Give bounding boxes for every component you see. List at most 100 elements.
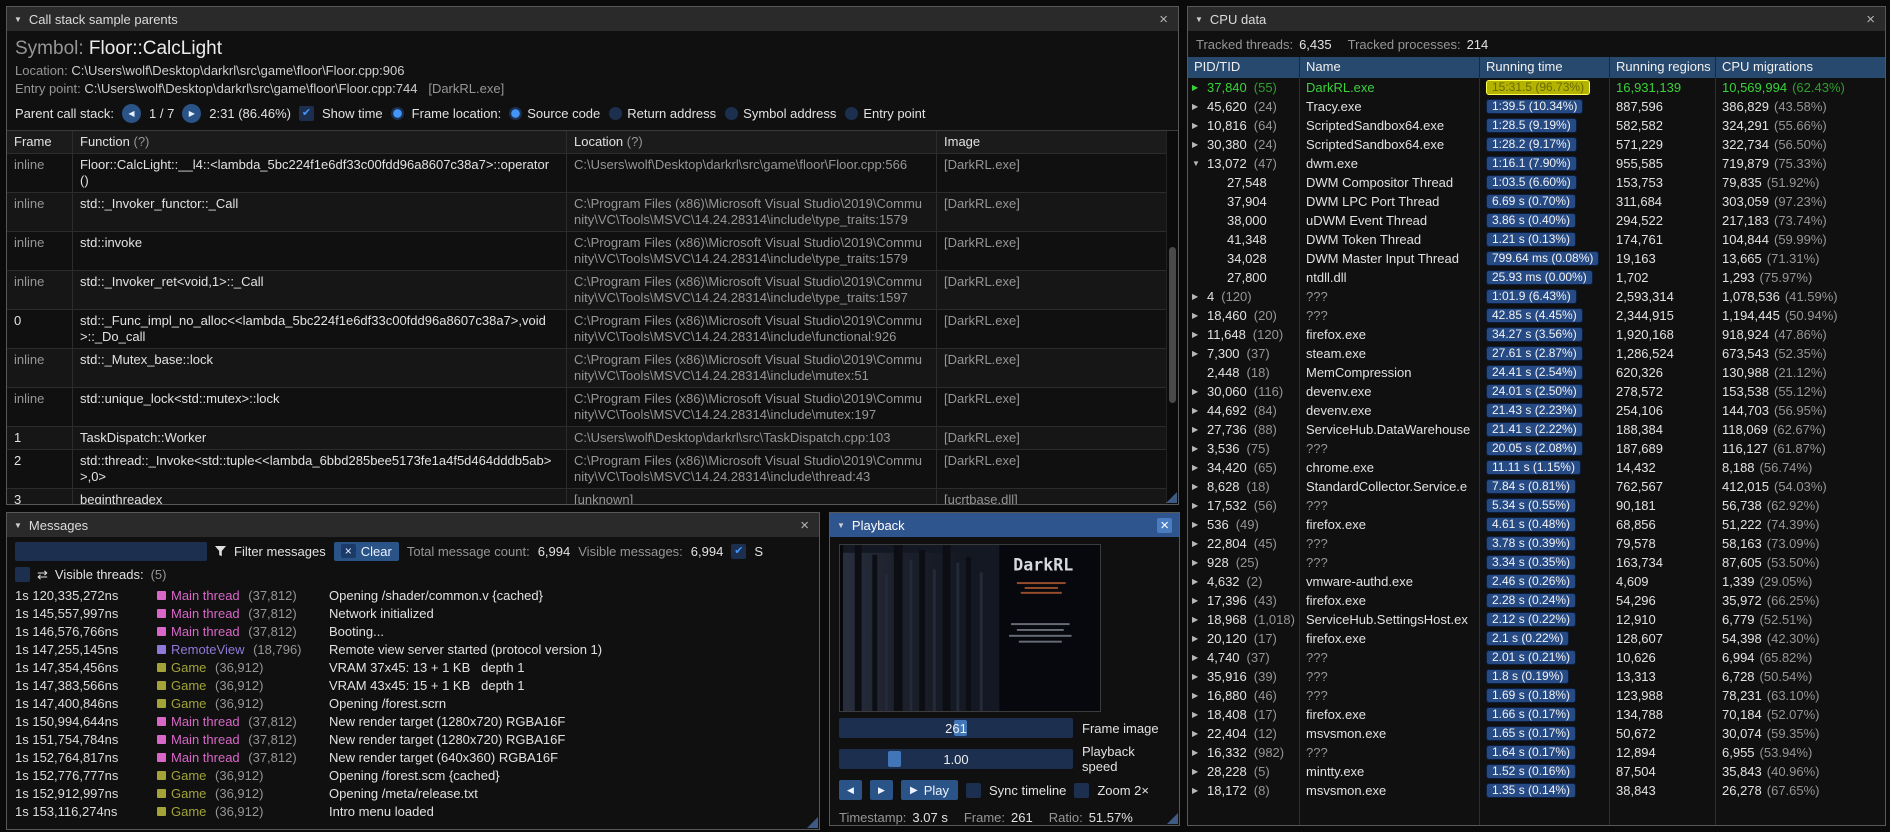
expand-arrow-icon[interactable]: ▶	[1192, 482, 1205, 491]
scrollbar[interactable]	[1166, 131, 1178, 504]
expand-arrow-icon[interactable]: ▶	[1192, 710, 1205, 719]
expand-arrow-icon[interactable]: ▶	[1192, 121, 1205, 130]
expand-arrow-icon[interactable]: ▶	[1192, 425, 1205, 434]
expand-arrow-icon[interactable]: ▼	[1192, 159, 1205, 168]
cpu-row[interactable]: ▶ 4 (120)??? 1:01.9 (6.43%) 2,593,314 1,078,5…	[1188, 287, 1885, 306]
col-running-time[interactable]: Running time	[1480, 57, 1610, 78]
cpu-row[interactable]: ▶ 3,536 (75)??? 20.05 s (2.08%) 187,689 116,1…	[1188, 439, 1885, 458]
cpu-row[interactable]: ▶ 28,228 (5) mintty.exe 1.52 s (0.16%) 87,504…	[1188, 762, 1885, 781]
callstack-titlebar[interactable]: ▼ Call stack sample parents ×	[7, 7, 1178, 31]
message-row[interactable]: 1s 152,776,777ns Game (36,912) Opening /fo…	[7, 766, 819, 784]
play-button[interactable]: ▶ Play	[901, 780, 958, 800]
expand-arrow-icon[interactable]: ▶	[1192, 102, 1205, 111]
expand-arrow-icon[interactable]: ▶	[1192, 349, 1205, 358]
expand-arrow-icon[interactable]: ▶	[1192, 634, 1205, 643]
callstack-row[interactable]: inline Floor::CalcLight::__l4::<lambda_5b…	[7, 154, 1178, 193]
cpu-row[interactable]: 37,904 DWM LPC Port Thread 6.69 s (0.70%) 3…	[1188, 192, 1885, 211]
cpu-row[interactable]: ▶ 536 (49) firefox.exe 4.61 s (0.48%) 68,856 5…	[1188, 515, 1885, 534]
close-icon[interactable]: ×	[1863, 12, 1878, 27]
cpu-row[interactable]: ▶ 22,404 (12) msvsmon.exe 1.65 s (0.17%) 50,6…	[1188, 724, 1885, 743]
message-row[interactable]: 1s 147,400,846ns Game (36,912) Opening /fo…	[7, 694, 819, 712]
col-name[interactable]: Name	[1300, 57, 1480, 78]
callstack-row[interactable]: 2 std::thread::_Invoke<std::tuple<<lambda…	[7, 450, 1178, 489]
expand-arrow-icon[interactable]: ▶	[1192, 406, 1205, 415]
scrollbar-thumb[interactable]	[1169, 246, 1176, 404]
expand-arrow-icon[interactable]: ▶	[1192, 786, 1205, 795]
expand-arrow-icon[interactable]: ▶	[1192, 520, 1205, 529]
cpu-row[interactable]: ▶ 30,060 (116) devenv.exe 24.01 s (2.50%) 278…	[1188, 382, 1885, 401]
col-frame[interactable]: Frame	[7, 131, 73, 153]
collapse-icon[interactable]: ▼	[837, 521, 845, 530]
frame-location-option[interactable]: Return address	[609, 106, 716, 121]
frame-location-option[interactable]: Entry point	[845, 106, 926, 121]
expand-arrow-icon[interactable]: ▶	[1192, 577, 1205, 586]
callstack-row[interactable]: 0 std::_Func_impl_no_alloc<<lambda_5bc224…	[7, 310, 1178, 349]
cpu-row[interactable]: ▶ 16,880 (46)??? 1.69 s (0.18%) 123,988 78,23…	[1188, 686, 1885, 705]
message-row[interactable]: 1s 151,754,784ns Main thread (37,812) New …	[7, 730, 819, 748]
expand-arrow-icon[interactable]: ▶	[1192, 330, 1205, 339]
expand-arrow-icon[interactable]: ▶	[1192, 672, 1205, 681]
cpu-row[interactable]: ▼ 13,072 (47) dwm.exe 1:16.1 (7.90%) 955,585 7…	[1188, 154, 1885, 173]
callstack-row[interactable]: 1 TaskDispatch::Worker C:\Users\wolf\Deskt…	[7, 427, 1178, 450]
callstack-row[interactable]: inline std::_Invoker_functor::_Call C:\Pro…	[7, 193, 1178, 232]
callstack-row[interactable]: 3 beginthreadex [unknown] [ucrtbase.dll]	[7, 489, 1178, 504]
threads-checkbox[interactable]	[15, 567, 30, 582]
next-frame-button[interactable]: ▶	[870, 780, 893, 800]
cpu-row[interactable]: ▶ 10,816 (64) ScriptedSandbox64.exe 1:28.5 (…	[1188, 116, 1885, 135]
message-row[interactable]: 1s 147,354,456ns Game (36,912) VRAM 37x45:…	[7, 658, 819, 676]
cpu-row[interactable]: 27,548 DWM Compositor Thread 1:03.5 (6.60%…	[1188, 173, 1885, 192]
col-function[interactable]: Function (?)	[73, 131, 567, 153]
cpu-row[interactable]: ▶ 11,648 (120) firefox.exe 34.27 s (3.56%) 1,…	[1188, 325, 1885, 344]
expand-arrow-icon[interactable]: ▶	[1192, 501, 1205, 510]
message-row[interactable]: 1s 152,764,817ns Main thread (37,812) New …	[7, 748, 819, 766]
collapse-icon[interactable]: ▼	[14, 15, 22, 24]
cpu-row[interactable]: ▶ 45,620 (24) Tracy.exe 1:39.5 (10.34%) 887,5…	[1188, 97, 1885, 116]
cpu-row[interactable]: ▶ 928 (25)??? 3.34 s (0.35%) 163,734 87,605 (5…	[1188, 553, 1885, 572]
next-parent-button[interactable]: ▶	[182, 104, 202, 123]
cpu-row[interactable]: ▶ 27,736 (88) ServiceHub.DataWarehouse 21.41…	[1188, 420, 1885, 439]
expand-arrow-icon[interactable]: ▶	[1192, 539, 1205, 548]
cpu-row[interactable]: ▶ 37,840 (55) DarkRL.exe 15:31.5 (96.73%) 16,…	[1188, 78, 1885, 97]
resize-grip[interactable]	[1166, 492, 1177, 503]
messages-titlebar[interactable]: ▼ Messages ×	[7, 513, 819, 537]
callstack-row[interactable]: inline std::invoke C:\Program Files (x86)\…	[7, 232, 1178, 271]
cpu-row[interactable]: ▶ 4,740 (37)??? 2.01 s (0.21%) 10,626 6,994 (6…	[1188, 648, 1885, 667]
cpu-row[interactable]: ▶ 18,460 (20)??? 42.85 s (4.45%) 2,344,915 1,…	[1188, 306, 1885, 325]
cpu-row[interactable]: ▶ 17,396 (43) firefox.exe 2.28 s (0.24%) 54,2…	[1188, 591, 1885, 610]
message-row[interactable]: 1s 120,335,272ns Main thread (37,812) Open…	[7, 586, 819, 604]
visible-threads-row[interactable]: ⇄ Visible threads: (5)	[7, 565, 819, 586]
cpu-row[interactable]: ▶ 4,632 (2) vmware-authd.exe 2.46 s (0.26%) 4…	[1188, 572, 1885, 591]
cpu-row[interactable]: ▶ 20,120 (17) firefox.exe 2.1 s (0.22%) 128,6…	[1188, 629, 1885, 648]
message-row[interactable]: 1s 153,116,274ns Game (36,912) Intro menu …	[7, 802, 819, 820]
message-row[interactable]: 1s 152,912,997ns Game (36,912) Opening /me…	[7, 784, 819, 802]
cpu-row[interactable]: ▶ 17,532 (56)??? 5.34 s (0.55%) 90,181 56,738…	[1188, 496, 1885, 515]
collapse-icon[interactable]: ▼	[1195, 15, 1203, 24]
col-pid-tid[interactable]: PID/TID	[1188, 57, 1300, 78]
sync-timeline-checkbox[interactable]	[966, 782, 981, 798]
expand-arrow-icon[interactable]: ▶	[1192, 748, 1205, 757]
cpu-row[interactable]: ▶ 18,408 (17) firefox.exe 1.66 s (0.17%) 134,…	[1188, 705, 1885, 724]
col-location[interactable]: Location (?)	[567, 131, 937, 153]
clear-button[interactable]: × Clear	[333, 541, 399, 561]
expand-arrow-icon[interactable]: ▶	[1192, 767, 1205, 776]
message-row[interactable]: 1s 147,255,145ns RemoteView (18,796) Remot…	[7, 640, 819, 658]
cpu-row[interactable]: ▶ 16,332 (982)??? 1.64 s (0.17%) 12,894 6,955…	[1188, 743, 1885, 762]
expand-arrow-icon[interactable]: ▶	[1192, 83, 1205, 92]
cpu-row[interactable]: ▶ 8,628 (18) StandardCollector.Service.e 7.8…	[1188, 477, 1885, 496]
callstack-row[interactable]: inline std::unique_lock<std::mutex>::lock…	[7, 388, 1178, 427]
expand-arrow-icon[interactable]: ▶	[1192, 292, 1205, 301]
expand-arrow-icon[interactable]: ▶	[1192, 444, 1205, 453]
cpu-row[interactable]: ▶ 18,968 (1,018) ServiceHub.SettingsHost.ex…	[1188, 610, 1885, 629]
close-icon[interactable]: ×	[797, 518, 812, 533]
expand-arrow-icon[interactable]: ▶	[1192, 387, 1205, 396]
expand-arrow-icon[interactable]: ▶	[1192, 463, 1205, 472]
zoom-2x-checkbox[interactable]	[1074, 782, 1090, 798]
message-row[interactable]: 1s 150,994,644ns Main thread (37,812) New …	[7, 712, 819, 730]
speed-slider[interactable]: 1.00	[839, 749, 1073, 769]
expand-arrow-icon[interactable]: ▶	[1192, 615, 1205, 624]
filter-input[interactable]	[15, 541, 207, 561]
show-time-checkbox[interactable]: ✔	[298, 106, 314, 121]
callstack-row[interactable]: inline std::_Mutex_base::lock C:\Program F…	[7, 349, 1178, 388]
expand-arrow-icon[interactable]: ▶	[1192, 311, 1205, 320]
frame-slider[interactable]: 261	[839, 718, 1073, 738]
